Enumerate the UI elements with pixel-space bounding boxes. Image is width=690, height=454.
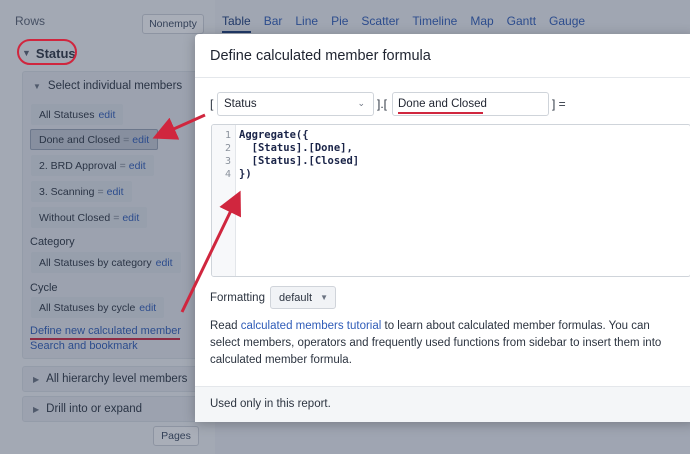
chevron-down-icon: ⌄: [357, 98, 365, 108]
formatting-label: Formatting: [210, 292, 265, 304]
annotation-underline: [398, 112, 483, 114]
dialog-title: Define calculated member formula: [210, 47, 431, 64]
line-number: 1: [224, 130, 231, 141]
dimension-select[interactable]: Status ⌄: [217, 92, 374, 116]
chevron-down-icon: ▼: [320, 293, 328, 302]
annotation-circle: [17, 39, 77, 65]
bracket-open: [: [210, 97, 214, 111]
bracket-mid: ].[: [377, 97, 388, 111]
line-number: 3: [224, 156, 231, 167]
code-line: [Status].[Done],: [239, 142, 353, 154]
footer-text: Used only in this report.: [210, 398, 331, 410]
line-number: 4: [224, 169, 231, 180]
line-number: 2: [224, 143, 231, 154]
formatting-select[interactable]: default ▼: [270, 286, 336, 309]
calculated-members-tutorial-link[interactable]: calculated members tutorial: [241, 320, 382, 332]
formula-editor[interactable]: 1 2 3 4 Aggregate({ [Status].[Done], [St…: [211, 124, 690, 277]
code-line: Aggregate({: [239, 129, 309, 141]
dialog-header: Define calculated member formula: [195, 34, 690, 78]
line-number-gutter: 1 2 3 4: [212, 125, 236, 276]
code-line: [Status].[Closed]: [239, 155, 360, 167]
code-line: }): [239, 168, 252, 180]
help-text: Read calculated members tutorial to lear…: [210, 318, 665, 369]
bracket-close: ] =: [552, 97, 566, 111]
formatting-value: default: [279, 291, 313, 304]
dimension-select-value: Status: [224, 98, 257, 110]
help-read: Read: [210, 320, 241, 332]
